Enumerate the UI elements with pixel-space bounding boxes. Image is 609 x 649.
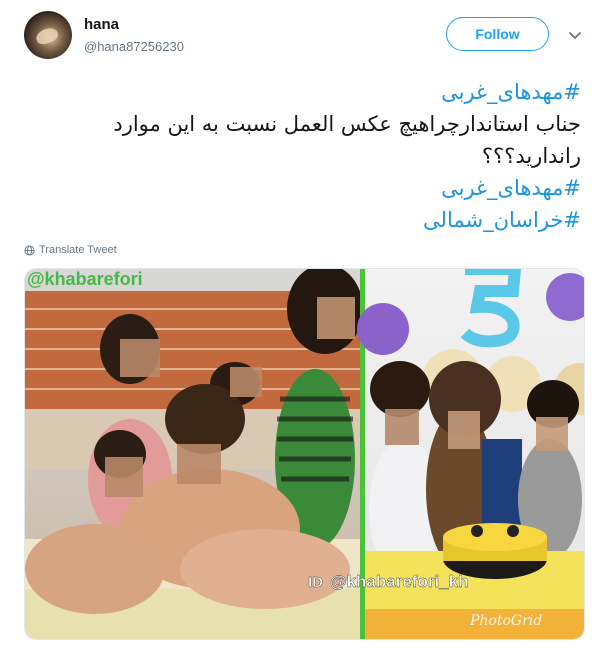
tweet-text: #مهدهای_غربی جناب استاندارچراهیچ عکس الع… [41, 76, 581, 236]
tweet-text-line: راندارید؟؟؟ [481, 144, 581, 168]
globe-icon [24, 244, 35, 256]
hashtag-link[interactable]: #خراسان_شمالی [41, 204, 581, 236]
watermark-photogrid: PhotoGrid [469, 613, 542, 629]
tweet-card: hana @hana87256230 Follow #مهدهای_غربی ج… [0, 0, 609, 649]
avatar-hand-shape [34, 25, 60, 47]
media-photo-collage: @khabarefori ID @khabarefori_kh PhotoGri… [25, 269, 584, 639]
translate-tweet-link[interactable]: Translate Tweet [24, 244, 117, 256]
display-name[interactable]: hana [84, 16, 119, 33]
chevron-down-icon[interactable] [568, 28, 582, 42]
watermark-handle: @khabarefori_kh [330, 572, 468, 591]
hashtag-link[interactable]: #مهدهای_غربی [41, 76, 581, 108]
follow-button[interactable]: Follow [446, 17, 549, 51]
tweet-media-image[interactable]: @khabarefori ID @khabarefori_kh PhotoGri… [24, 268, 585, 640]
watermark-id: ID [308, 574, 323, 591]
hashtag-link[interactable]: #مهدهای_غربی [41, 172, 581, 204]
user-handle[interactable]: @hana87256230 [84, 39, 184, 54]
tweet-text-line: جناب استاندارچراهیچ عکس العمل نسبت به ای… [113, 112, 581, 136]
translate-label: Translate Tweet [39, 244, 117, 256]
avatar[interactable] [24, 11, 72, 59]
watermark-top: @khabarefori [27, 269, 143, 289]
